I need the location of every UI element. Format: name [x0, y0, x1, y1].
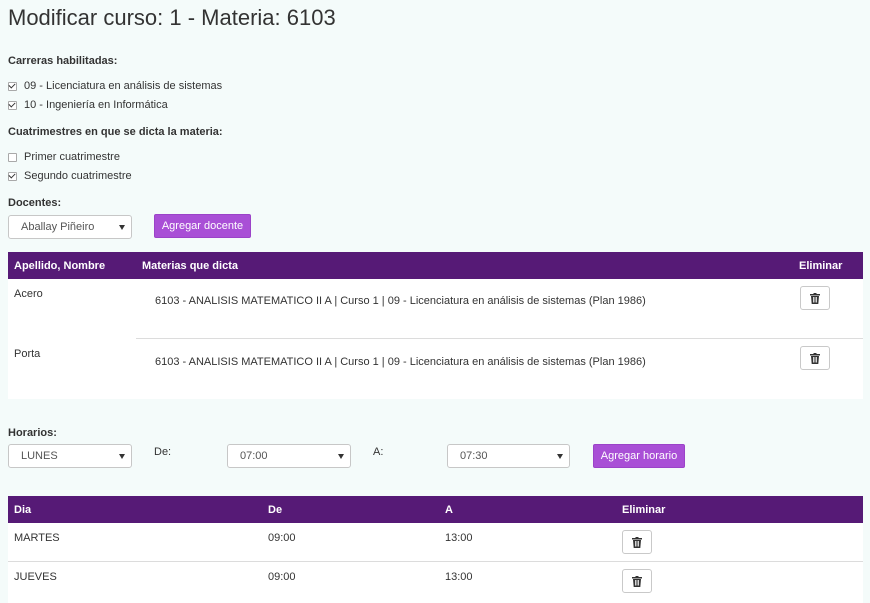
docentes-table-header: Apellido, Nombre Materias que dicta Elim… [8, 252, 863, 279]
docente-select[interactable]: Aballay Piñeiro [8, 215, 132, 239]
header-materias: Materias que dicta [142, 260, 238, 272]
docente-select-value: Aballay Piñeiro [21, 221, 95, 233]
header-a: A [445, 504, 453, 516]
horario-de: 09:00 [268, 571, 296, 583]
carrera-checkbox[interactable] [8, 81, 17, 91]
page-title: Modificar curso: 1 - Materia: 6103 [8, 5, 336, 30]
dia-select[interactable]: LUNES [8, 444, 132, 468]
delete-horario-button[interactable] [622, 530, 652, 554]
horarios-table-header: Dia De A Eliminar [8, 496, 863, 523]
table-row: JUEVES 09:00 13:00 [8, 562, 863, 602]
header-de: De [268, 504, 283, 516]
table-row: Porta 6103 - ANALISIS MATEMATICO II A | … [8, 339, 863, 399]
de-label: De: [154, 446, 172, 458]
cuatrimestres-label: Cuatrimestres en que se dicta la materia… [8, 126, 223, 138]
de-select-value: 07:00 [240, 450, 268, 462]
carrera-label: 10 - Ingeniería en Informática [24, 99, 168, 111]
trash-icon [810, 292, 820, 304]
chevron-down-icon [119, 453, 125, 459]
header-dia: Dia [14, 504, 32, 516]
trash-icon [810, 352, 820, 364]
delete-docente-button[interactable] [800, 286, 830, 310]
add-horario-button[interactable]: Agregar horario [593, 444, 685, 468]
chevron-down-icon [557, 453, 563, 459]
cuatrimestre-checkbox[interactable] [8, 171, 17, 181]
horario-a: 13:00 [445, 532, 473, 544]
carrera-checkbox[interactable] [8, 100, 17, 110]
table-row: MARTES 09:00 13:00 [8, 523, 863, 562]
a-label: A: [373, 446, 384, 458]
chevron-down-icon [119, 224, 125, 230]
cuatrimestre-item-primero[interactable]: Primer cuatrimestre [8, 151, 120, 163]
docente-materias: 6103 - ANALISIS MATEMATICO II A | Curso … [155, 356, 646, 368]
docente-materias: 6103 - ANALISIS MATEMATICO II A | Curso … [155, 295, 646, 307]
add-docente-button[interactable]: Agregar docente [154, 214, 251, 238]
docentes-table: Apellido, Nombre Materias que dicta Elim… [8, 252, 863, 399]
dia-select-value: LUNES [21, 450, 58, 462]
de-select[interactable]: 07:00 [227, 444, 351, 468]
a-select[interactable]: 07:30 [447, 444, 570, 468]
header-eliminar: Eliminar [622, 504, 666, 516]
carrera-item-10[interactable]: 10 - Ingeniería en Informática [8, 99, 168, 111]
trash-icon [632, 575, 642, 587]
carrera-label: 09 - Licenciatura en análisis de sistema… [24, 80, 223, 92]
horario-dia: MARTES [14, 532, 60, 544]
chevron-down-icon [338, 453, 344, 459]
cuatrimestre-item-segundo[interactable]: Segundo cuatrimestre [8, 170, 132, 182]
docente-nombre: Acero [14, 288, 43, 300]
horario-a: 13:00 [445, 571, 473, 583]
delete-docente-button[interactable] [800, 346, 830, 370]
delete-horario-button[interactable] [622, 569, 652, 593]
cuatrimestre-label: Primer cuatrimestre [24, 151, 120, 163]
horarios-label: Horarios: [8, 427, 57, 439]
cuatrimestre-checkbox[interactable] [8, 152, 17, 162]
carreras-label: Carreras habilitadas: [8, 55, 118, 67]
horario-dia: JUEVES [14, 571, 57, 583]
header-eliminar: Eliminar [799, 260, 843, 272]
docente-nombre: Porta [14, 348, 41, 360]
cuatrimestre-label: Segundo cuatrimestre [24, 170, 132, 182]
trash-icon [632, 536, 642, 548]
a-select-value: 07:30 [460, 450, 488, 462]
docentes-label: Docentes: [8, 197, 62, 209]
horarios-table: Dia De A Eliminar MARTES 09:00 13:00 JUE… [8, 496, 863, 603]
header-apellido-nombre: Apellido, Nombre [14, 260, 106, 272]
carrera-item-09[interactable]: 09 - Licenciatura en análisis de sistema… [8, 80, 222, 92]
table-row: Acero 6103 - ANALISIS MATEMATICO II A | … [8, 279, 863, 339]
horario-de: 09:00 [268, 532, 296, 544]
